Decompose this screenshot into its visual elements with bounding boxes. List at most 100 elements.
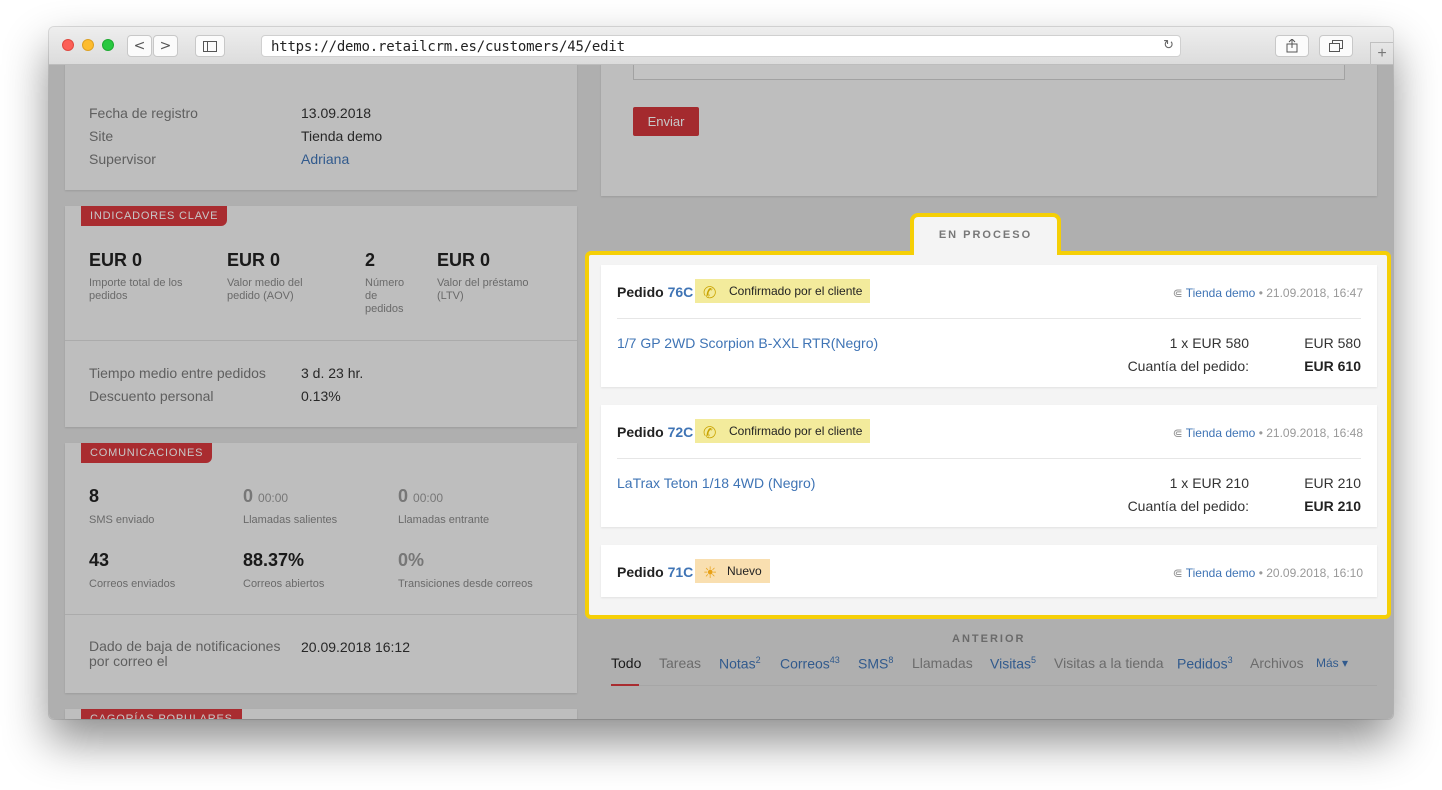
back-button[interactable]: < bbox=[127, 35, 152, 57]
tab-more-label: Más ▾ bbox=[1316, 656, 1349, 670]
share-icon bbox=[1286, 38, 1298, 53]
tab-all-label: Todo bbox=[611, 655, 642, 671]
tabs-overview-button[interactable] bbox=[1319, 35, 1353, 57]
total-orders-amount: EUR 0 bbox=[89, 250, 143, 270]
chevron-right-icon: > bbox=[159, 38, 172, 54]
order-title: Pedido 76C bbox=[617, 284, 693, 300]
supervisor-label: Supervisor bbox=[89, 151, 156, 167]
reload-icon[interactable]: ↻ bbox=[1163, 38, 1174, 53]
sidebar-icon bbox=[203, 41, 217, 52]
aov-value: EUR 0 bbox=[227, 250, 281, 270]
key-indicators-tag: INDICADORES CLAVE bbox=[81, 206, 228, 226]
communications-tag: COMUNICACIONES bbox=[81, 443, 213, 463]
personal-discount-value: 0.13% bbox=[301, 388, 341, 404]
sms-sent-value: 8 bbox=[89, 486, 99, 507]
registration-date-value: 13.09.2018 bbox=[301, 105, 372, 121]
order-number-link[interactable]: 72C bbox=[668, 424, 694, 440]
supervisor-link[interactable]: Adriana bbox=[301, 151, 349, 167]
divider bbox=[617, 318, 1361, 319]
tab-visits[interactable]: Visitas5 bbox=[990, 655, 1036, 672]
unsubscribed-label: Dado de baja de notificaciones por corre… bbox=[89, 638, 281, 669]
tab-store-visits[interactable]: Visitas a la tienda bbox=[1054, 655, 1163, 671]
chevron-left-icon: < bbox=[133, 38, 146, 54]
tab-notes-count: 2 bbox=[755, 655, 761, 665]
activity-tabs: Todo Tareas Notas2 Correos43 SMS8 Llamad… bbox=[611, 655, 1377, 685]
product-price: EUR 210 bbox=[1304, 475, 1361, 491]
order-total-label: Cuantía del pedido: bbox=[1127, 358, 1249, 374]
order-number-link[interactable]: 76C bbox=[668, 284, 694, 300]
store-link[interactable]: Tienda demo bbox=[1186, 286, 1256, 300]
product-link[interactable]: LaTrax Teton 1/18 4WD (Negro) bbox=[617, 475, 815, 491]
site-value: Tienda demo bbox=[301, 128, 383, 144]
send-button[interactable]: Enviar bbox=[633, 107, 699, 136]
close-window-button[interactable] bbox=[62, 39, 74, 51]
tab-orders[interactable]: Pedidos3 bbox=[1177, 655, 1233, 672]
previous-section-label: ANTERIOR bbox=[952, 633, 1026, 645]
emails-sent-value: 43 bbox=[89, 550, 110, 570]
outgoing-calls-label: Llamadas salientes bbox=[243, 514, 338, 526]
store-link[interactable]: Tienda demo bbox=[1186, 426, 1256, 440]
tab-more[interactable]: Más ▾ bbox=[1316, 656, 1348, 670]
status-badge: ✆ Confirmado por el cliente bbox=[695, 279, 871, 303]
lightbulb-icon: ☀ bbox=[703, 563, 718, 582]
active-tab-indicator bbox=[611, 684, 639, 686]
forward-button[interactable]: > bbox=[153, 35, 178, 57]
tab-notes[interactable]: Notas2 bbox=[719, 655, 761, 672]
product-quantity: 1 x EUR 580 bbox=[1169, 335, 1249, 351]
tab-orders-label: Pedidos bbox=[1177, 655, 1228, 672]
tab-files-label: Archivos bbox=[1250, 655, 1304, 671]
registration-date-label: Fecha de registro bbox=[89, 105, 198, 121]
order-card: Pedido 76C ✆ Confirmado por el cliente ⋐ … bbox=[601, 265, 1377, 387]
share-button[interactable] bbox=[1275, 35, 1309, 57]
sms-sent-number: 8 bbox=[89, 486, 100, 506]
in-process-tab: EN PROCESO bbox=[910, 213, 1061, 255]
phone-icon: ✆ bbox=[703, 423, 717, 442]
personal-discount-label: Descuento personal bbox=[89, 388, 214, 404]
emails-opened-value: 88.37% bbox=[243, 550, 305, 570]
product-link[interactable]: 1/7 GP 2WD Scorpion B-XXL RTR(Negro) bbox=[617, 335, 878, 351]
tab-sms[interactable]: SMS8 bbox=[858, 655, 893, 672]
tab-all[interactable]: Todo bbox=[611, 655, 641, 671]
url-text: https://demo.retailcrm.es/customers/45/e… bbox=[271, 39, 625, 55]
tab-emails[interactable]: Correos43 bbox=[780, 655, 840, 672]
store-icon: ⋐ bbox=[1172, 426, 1183, 440]
product-quantity: 1 x EUR 210 bbox=[1169, 475, 1249, 491]
in-process-section: Pedido 76C ✆ Confirmado por el cliente ⋐ … bbox=[585, 251, 1391, 619]
order-store: ⋐ Tienda demo • 21.09.2018, 16:47 bbox=[1173, 286, 1363, 300]
divider bbox=[65, 340, 577, 341]
sidebar-toggle-button[interactable] bbox=[195, 35, 225, 57]
avg-time-label: Tiempo medio entre pedidos bbox=[89, 365, 266, 381]
incoming-calls-value: 0 00:00 bbox=[398, 486, 443, 507]
comment-textarea[interactable] bbox=[633, 65, 1345, 80]
avg-time-value: 3 d. 23 hr. bbox=[301, 365, 364, 381]
order-date: • 20.09.2018, 16:10 bbox=[1258, 566, 1363, 580]
tab-tasks[interactable]: Tareas bbox=[659, 655, 701, 671]
tabs-icon bbox=[1329, 40, 1343, 52]
status-badge: ☀ Nuevo bbox=[695, 559, 770, 583]
tab-files[interactable]: Archivos bbox=[1250, 655, 1304, 671]
status-badge: ✆ Confirmado por el cliente bbox=[695, 419, 871, 443]
email-transitions-value: 0% bbox=[398, 550, 425, 570]
tab-calls[interactable]: Llamadas bbox=[912, 655, 973, 671]
tabs-divider bbox=[611, 685, 1377, 686]
store-link[interactable]: Tienda demo bbox=[1186, 566, 1256, 580]
order-total-value: EUR 610 bbox=[1304, 358, 1361, 374]
zoom-window-button[interactable] bbox=[102, 39, 114, 51]
order-number-link[interactable]: 71C bbox=[668, 564, 694, 580]
incoming-calls-number: 0 bbox=[398, 486, 409, 506]
order-store: ⋐ Tienda demo • 21.09.2018, 16:48 bbox=[1173, 426, 1363, 440]
order-title: Pedido 72C bbox=[617, 424, 693, 440]
total-orders-amount-label: Importe total de los pedidos bbox=[89, 277, 183, 302]
minimize-window-button[interactable] bbox=[82, 39, 94, 51]
outgoing-calls-number: 0 bbox=[243, 486, 254, 506]
order-prefix: Pedido bbox=[617, 564, 664, 580]
tab-visits-label: Visitas bbox=[990, 655, 1031, 672]
sms-sent-label: SMS enviado bbox=[89, 514, 155, 526]
ltv-value: EUR 0 bbox=[437, 250, 491, 270]
status-text: Nuevo bbox=[727, 564, 762, 578]
address-bar[interactable]: https://demo.retailcrm.es/customers/45/e… bbox=[261, 35, 1181, 57]
status-text: Confirmado por el cliente bbox=[729, 284, 863, 298]
order-store: ⋐ Tienda demo • 20.09.2018, 16:10 bbox=[1173, 566, 1363, 580]
order-total-value: EUR 210 bbox=[1304, 498, 1361, 514]
new-tab-button[interactable]: + bbox=[1370, 42, 1393, 65]
